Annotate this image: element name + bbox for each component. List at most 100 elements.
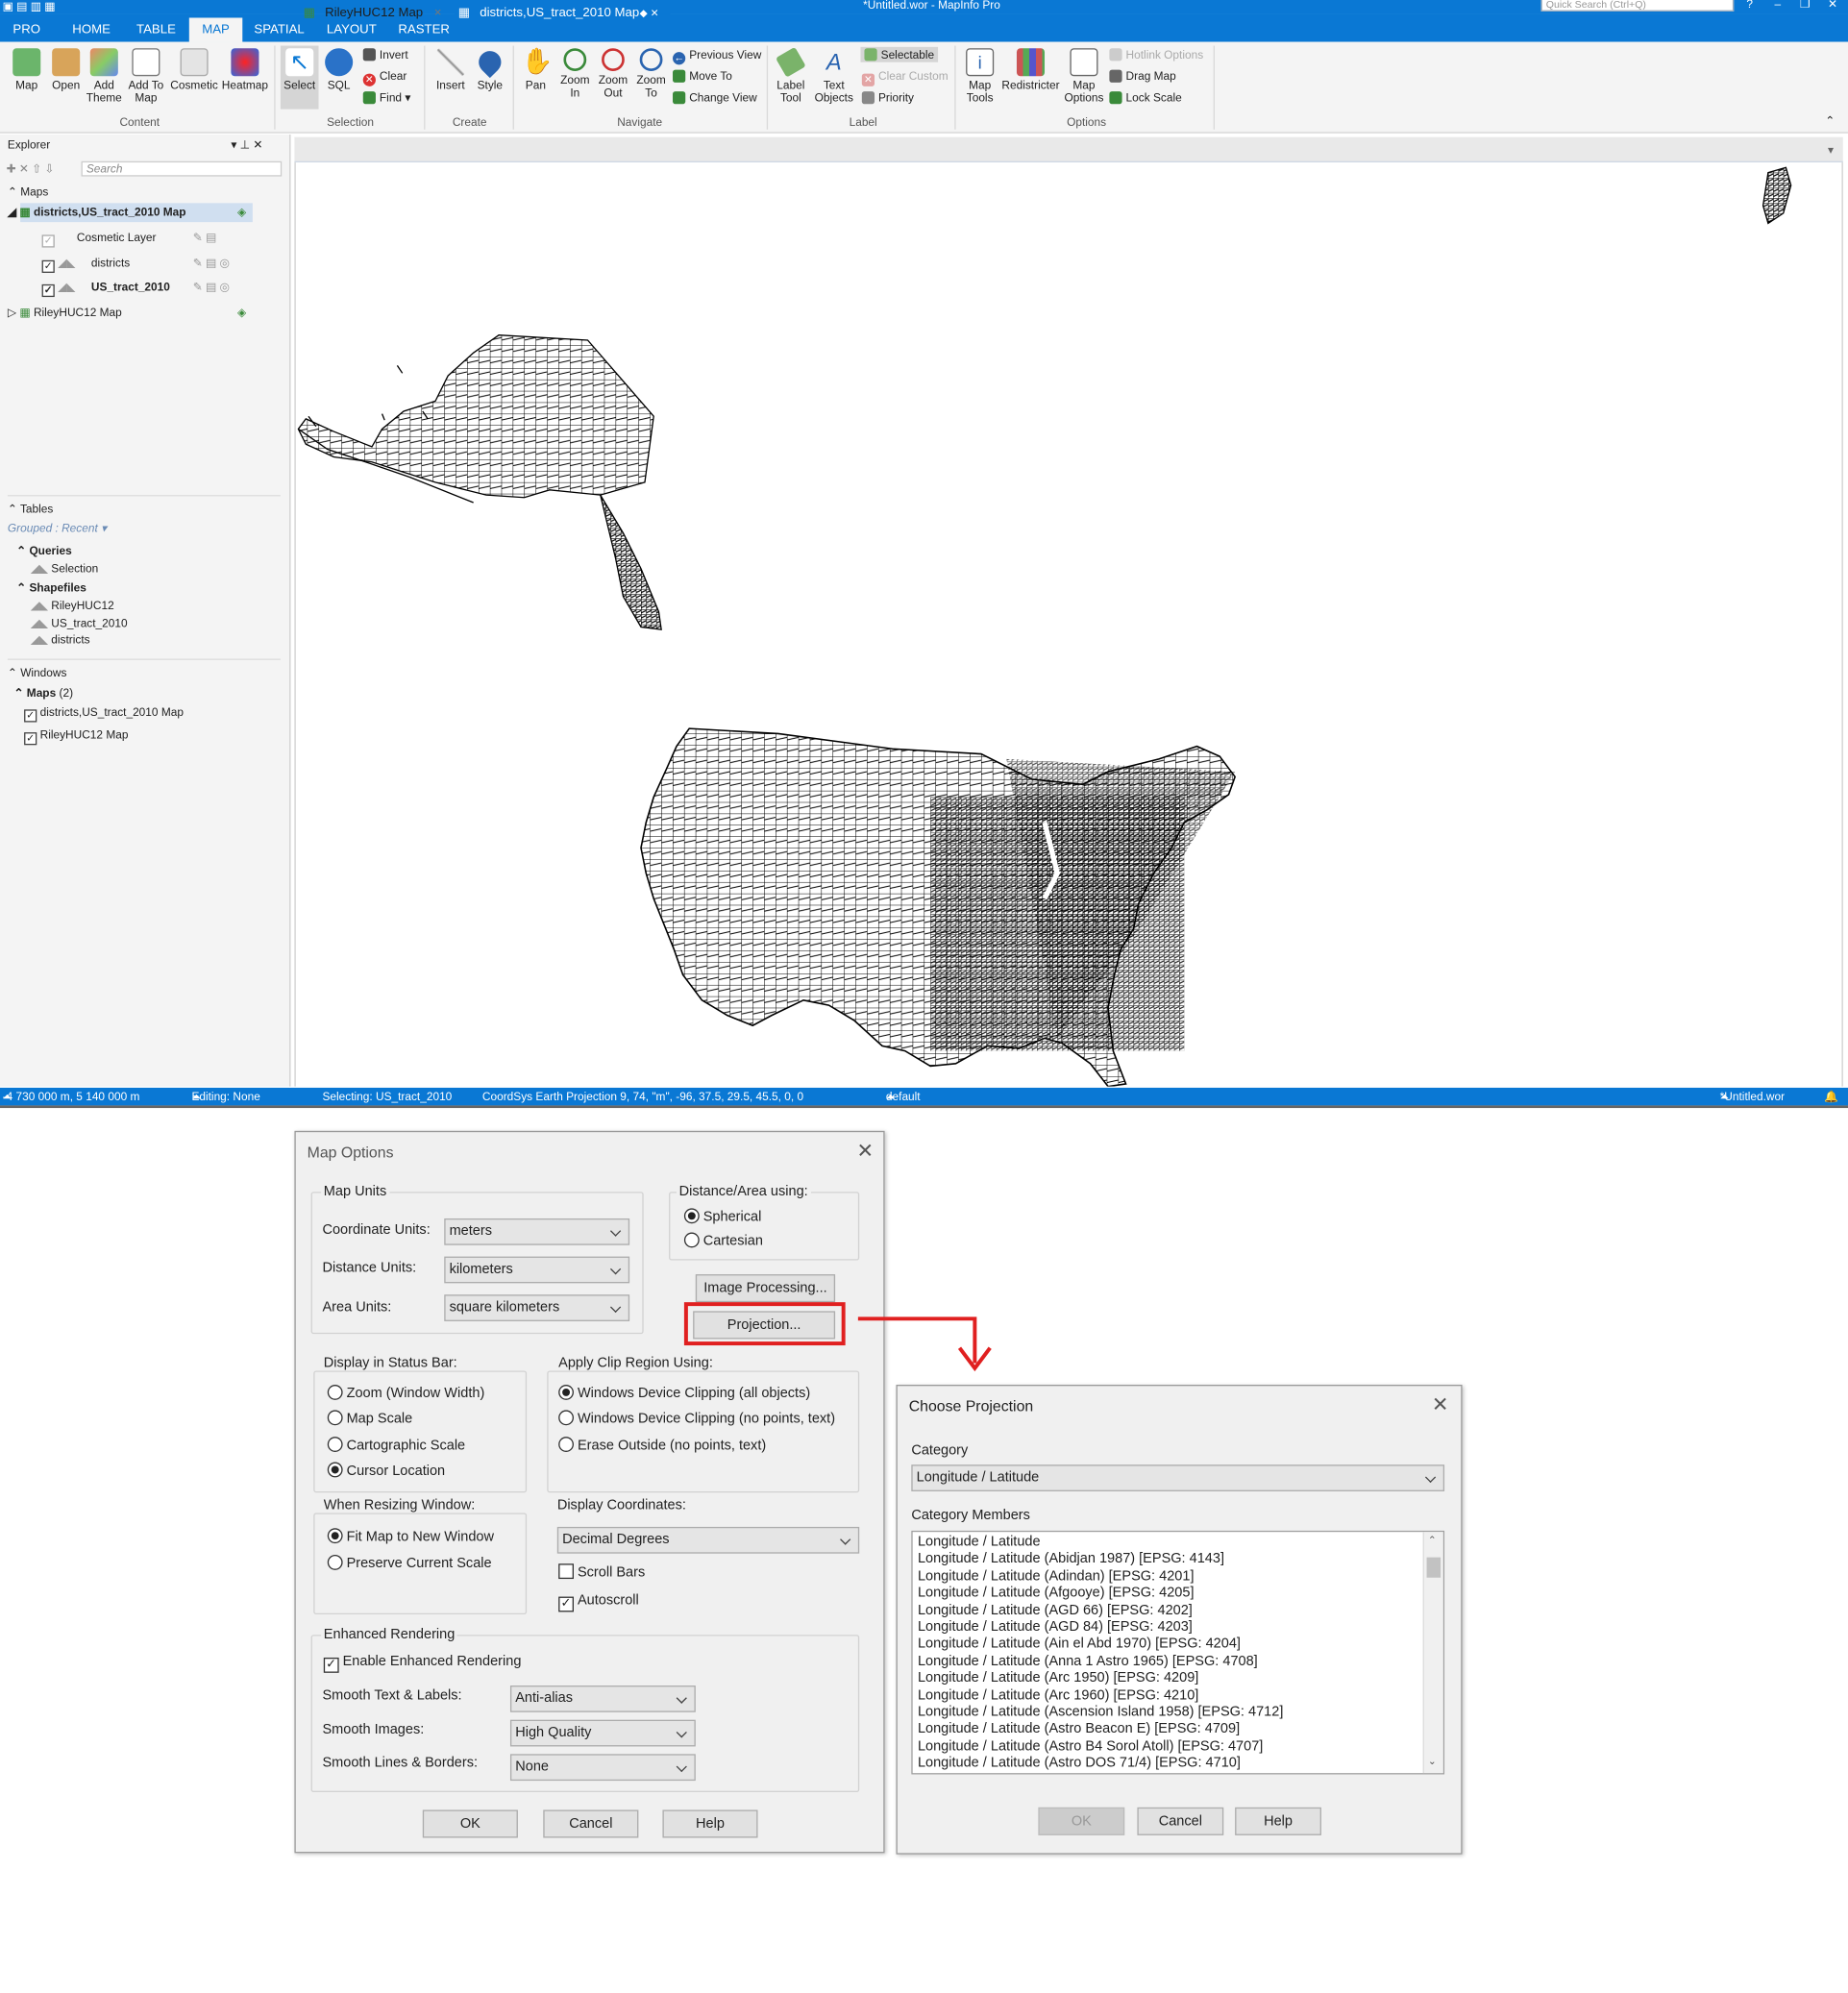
explorer-search-input[interactable]: Search — [81, 160, 283, 177]
drag-map-button[interactable]: Drag Map — [1109, 69, 1176, 83]
map-item-districts-tract[interactable]: ◢ ▦ districts,US_tract_2010 Map — [8, 206, 186, 220]
dialog-close-icon[interactable]: ✕ — [857, 1139, 875, 1164]
list-item[interactable]: Longitude / Latitude (Anna 1 Astro 1965)… — [913, 1654, 1420, 1671]
list-item[interactable]: Longitude / Latitude (Arc 1960) [EPSG: 4… — [913, 1687, 1420, 1705]
erase-outside-radio[interactable]: Erase Outside (no points, text) — [558, 1437, 766, 1453]
window-item-riley[interactable]: ✓ RileyHUC12 Map — [24, 728, 128, 746]
tab-list-dropdown-icon[interactable]: ▾ — [1828, 143, 1834, 158]
open-button[interactable]: Open — [47, 48, 86, 91]
hotlink-options-button[interactable]: Hotlink Options — [1109, 48, 1203, 62]
list-item[interactable]: Longitude / Latitude (Ain el Abd 1970) [… — [913, 1636, 1420, 1654]
cancel-button[interactable]: Cancel — [543, 1809, 639, 1838]
list-item[interactable]: Longitude / Latitude (Astro DOS 71/4) [E… — [913, 1756, 1420, 1773]
list-item[interactable]: Longitude / Latitude (Arc 1950) [EPSG: 4… — [913, 1671, 1420, 1688]
map-button[interactable]: Map — [8, 48, 46, 91]
status-workspace[interactable]: *Untitled.wor ⏶ — [1720, 1088, 1785, 1105]
doc-tab-districts[interactable]: ▦ districts,US_tract_2010 Map ◆ ✕ — [454, 2, 671, 26]
cartesian-radio[interactable]: Cartesian — [683, 1232, 763, 1249]
maps-section-header[interactable]: ⌃ Maps — [8, 185, 48, 200]
queries-group[interactable]: ⌃ Queries — [16, 545, 72, 559]
list-item[interactable]: Longitude / Latitude (AGD 84) [EPSG: 420… — [913, 1619, 1420, 1636]
layer-districts[interactable]: ✓ ◢◣ districts — [41, 257, 131, 273]
list-item[interactable]: Longitude / Latitude (Adindan) [EPSG: 42… — [913, 1568, 1420, 1586]
smooth-lines-select[interactable]: None — [509, 1754, 696, 1782]
list-item[interactable]: Longitude / Latitude (Afgooye) [EPSG: 42… — [913, 1586, 1420, 1603]
previous-view-button[interactable]: ← Previous View — [673, 48, 761, 65]
map-scale-radio[interactable]: Map Scale — [327, 1410, 412, 1427]
layer-edit-icons[interactable]: ✎ ▤ — [193, 231, 216, 245]
fit-map-radio[interactable]: Fit Map to New Window — [327, 1528, 494, 1544]
status-projection[interactable]: default ⏶ — [886, 1088, 921, 1105]
text-objects-button[interactable]: A Text Objects — [810, 48, 858, 105]
add-theme-button[interactable]: Add Theme — [84, 48, 124, 104]
cancel-button[interactable]: Cancel — [1137, 1807, 1224, 1835]
change-view-button[interactable]: Change View — [673, 91, 757, 105]
map-canvas[interactable] — [294, 162, 1843, 1088]
zoom-out-button[interactable]: Zoom Out — [594, 48, 632, 99]
clip-no-points-radio[interactable]: Windows Device Clipping (no points, text… — [558, 1410, 835, 1427]
zoom-to-button[interactable]: Zoom To — [632, 48, 671, 99]
list-item[interactable]: Longitude / Latitude (Astro Beacon E) [E… — [913, 1722, 1420, 1739]
cursor-location-radio[interactable]: Cursor Location — [327, 1462, 445, 1479]
table-us-tract[interactable]: ◢◣ US_tract_2010 — [31, 617, 128, 631]
windows-section-header[interactable]: ⌃ Windows — [8, 666, 66, 680]
close-icon[interactable]: ✕ — [1828, 0, 1837, 12]
smooth-images-select[interactable]: High Quality — [509, 1719, 696, 1747]
cartographic-scale-radio[interactable]: Cartographic Scale — [327, 1437, 465, 1453]
layer-edit-icons[interactable]: ✎ ▤ ◎ — [193, 281, 230, 295]
priority-button[interactable]: Priority — [861, 91, 914, 105]
invert-button[interactable]: Invert — [362, 48, 408, 62]
category-select[interactable]: Longitude / Latitude — [911, 1464, 1445, 1491]
select-button[interactable]: ↖ Select — [280, 45, 319, 110]
table-rileyhuc12[interactable]: ◢◣ RileyHUC12 — [31, 599, 114, 613]
scrollbar-thumb[interactable] — [1426, 1557, 1441, 1578]
map-item-riley[interactable]: ▷ ▦ RileyHUC12 Map — [8, 306, 122, 320]
ok-button-disabled[interactable]: OK — [1038, 1807, 1125, 1835]
layer-cosmetic[interactable]: ✓ Cosmetic Layer — [41, 231, 157, 248]
window-item-districts[interactable]: ✓ districts,US_tract_2010 Map — [24, 705, 184, 723]
tab-pro[interactable]: PRO — [4, 17, 50, 41]
area-units-select[interactable]: square kilometers — [444, 1294, 630, 1321]
scroll-bars-checkbox[interactable]: Scroll Bars — [558, 1563, 645, 1580]
display-coordinates-select[interactable]: Decimal Degrees — [556, 1526, 860, 1554]
move-to-button[interactable]: Move To — [673, 69, 732, 83]
spherical-radio[interactable]: Spherical — [683, 1208, 761, 1225]
list-item[interactable]: Longitude / Latitude — [913, 1535, 1420, 1552]
list-item[interactable]: Longitude / Latitude (Abidjan 1987) [EPS… — [913, 1552, 1420, 1569]
quick-search-input[interactable]: Quick Search (Ctrl+Q) — [1540, 0, 1735, 12]
tab-table[interactable]: TABLE — [131, 17, 182, 41]
insert-button[interactable]: Insert — [431, 48, 470, 91]
qat-icons[interactable]: ▣ ▤ ▥ ▦ — [3, 0, 56, 14]
panel-menu-icon[interactable]: ▾ ⊥ ✕ — [231, 138, 262, 153]
notification-icon[interactable]: 🔔 — [1824, 1088, 1838, 1105]
table-districts[interactable]: ◢◣ districts — [31, 633, 90, 648]
minimize-icon[interactable]: – — [1774, 0, 1781, 11]
help-button[interactable]: Help — [1235, 1807, 1321, 1835]
clear-custom-button[interactable]: ✕ Clear Custom — [861, 70, 949, 86]
explorer-toolbar-icons[interactable]: ✚ ✕ ⇧ ⇩ — [7, 162, 55, 177]
list-item[interactable]: Longitude / Latitude (Ascension Island 1… — [913, 1705, 1420, 1722]
distance-units-select[interactable]: kilometers — [444, 1256, 630, 1284]
map-tools-button[interactable]: i Map Tools — [961, 48, 999, 104]
category-members-list[interactable]: Longitude / Latitude Longitude / Latitud… — [911, 1530, 1445, 1775]
map-options-button[interactable]: Map Options — [1061, 48, 1107, 104]
label-tool-button[interactable]: Label Tool — [772, 46, 810, 104]
scroll-down-icon[interactable]: ⌄ — [1428, 1756, 1437, 1767]
help-button[interactable]: Help — [662, 1809, 758, 1838]
scroll-up-icon[interactable]: ⌃ — [1428, 1535, 1437, 1546]
add-layer-icon[interactable]: ◈ — [237, 306, 246, 320]
maps-windows-group[interactable]: ⌃ Maps (2) — [14, 687, 74, 701]
list-item[interactable]: Longitude / Latitude (AGD 66) [EPSG: 420… — [913, 1603, 1420, 1620]
list-item[interactable]: Longitude / Latitude (Astro B4 Sorol Ato… — [913, 1738, 1420, 1756]
tab-home[interactable]: HOME — [68, 17, 114, 41]
dialog-close-icon[interactable]: ✕ — [1432, 1392, 1449, 1417]
style-button[interactable]: Style — [472, 46, 507, 91]
coordinate-units-select[interactable]: meters — [444, 1218, 630, 1245]
clear-button[interactable]: ✕ Clear — [362, 70, 407, 86]
status-selecting[interactable]: Selecting: US_tract_2010 — [322, 1088, 452, 1105]
ok-button[interactable]: OK — [422, 1809, 518, 1838]
help-icon[interactable]: ? — [1746, 0, 1753, 11]
shapefiles-group[interactable]: ⌃ Shapefiles — [16, 581, 86, 596]
tables-section-header[interactable]: ⌃ Tables — [8, 503, 53, 517]
list-scrollbar[interactable]: ⌃ ⌄ — [1422, 1532, 1443, 1774]
